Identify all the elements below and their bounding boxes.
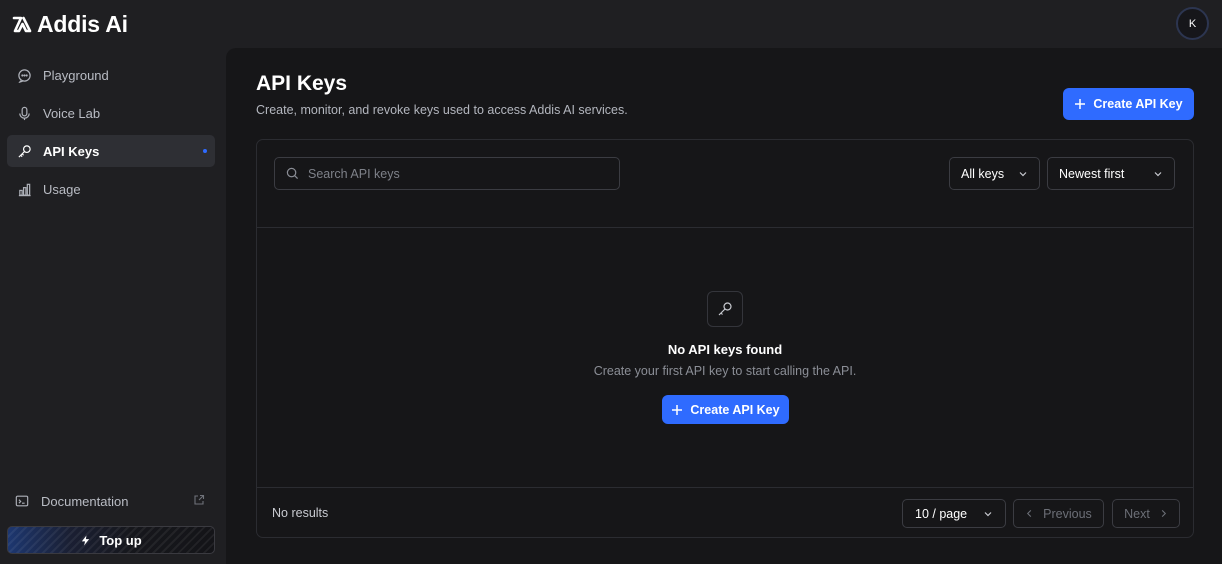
chat-bubble-icon — [18, 68, 31, 83]
lightning-icon — [82, 534, 90, 546]
sidebar: Playground Voice Lab API Keys Usage Docu… — [0, 48, 226, 564]
sidebar-item-label: Voice Lab — [43, 105, 101, 121]
empty-state-key-icon — [707, 291, 743, 327]
api-keys-card: All keys Newest first No API keys found … — [256, 139, 1194, 538]
chevron-down-icon — [984, 511, 992, 516]
sidebar-item-usage[interactable]: Usage — [7, 173, 215, 205]
sidebar-item-label: Playground — [43, 67, 109, 83]
previous-label: Previous — [1043, 506, 1092, 521]
empty-state-create-label: Create API Key — [690, 402, 780, 417]
empty-state-title: No API keys found — [667, 342, 783, 357]
chevron-right-icon — [1161, 509, 1166, 518]
chevron-down-icon — [1154, 171, 1162, 176]
sidebar-item-label: Usage — [43, 181, 81, 197]
search-input[interactable] — [308, 166, 608, 181]
top-bar: Addis Ai K — [0, 0, 1222, 48]
page-subtitle: Create, monitor, and revoke keys used to… — [256, 103, 628, 117]
next-page-button[interactable]: Next — [1112, 499, 1180, 528]
chevron-down-icon — [1019, 171, 1027, 176]
external-link-icon — [194, 494, 205, 505]
empty-state-create-button[interactable]: Create API Key — [662, 395, 789, 424]
sidebar-item-playground[interactable]: Playground — [7, 59, 215, 91]
terminal-icon — [15, 495, 29, 507]
sidebar-item-api-keys[interactable]: API Keys — [7, 135, 215, 167]
page-title: API Keys — [256, 72, 348, 95]
active-indicator-dot — [203, 149, 207, 153]
divider — [257, 227, 1193, 228]
per-page-select[interactable]: 10 / page — [902, 499, 1006, 528]
create-api-key-label: Create API Key — [1093, 97, 1183, 111]
documentation-label: Documentation — [41, 493, 129, 509]
microphone-icon — [19, 106, 30, 120]
key-filter-value: All keys — [961, 166, 1005, 181]
chevron-left-icon — [1027, 509, 1032, 518]
main-content: API Keys Create, monitor, and revoke key… — [226, 48, 1222, 564]
empty-state-description: Create your first API key to start calli… — [593, 364, 857, 378]
sidebar-item-voice-lab[interactable]: Voice Lab — [7, 97, 215, 129]
divider — [257, 487, 1193, 488]
sort-value: Newest first — [1059, 166, 1125, 181]
search-box[interactable] — [274, 157, 620, 190]
bar-chart-icon — [18, 183, 31, 196]
top-up-button[interactable]: Top up — [7, 526, 215, 554]
addis-logo-icon — [12, 16, 32, 33]
plus-icon — [1075, 99, 1086, 109]
next-label: Next — [1124, 506, 1150, 521]
sort-select[interactable]: Newest first — [1047, 157, 1175, 190]
create-api-key-button[interactable]: Create API Key — [1063, 88, 1194, 120]
avatar[interactable]: K — [1176, 7, 1209, 40]
sidebar-item-label: API Keys — [43, 143, 100, 159]
key-icon — [718, 302, 732, 316]
previous-page-button[interactable]: Previous — [1013, 499, 1104, 528]
key-filter-select[interactable]: All keys — [949, 157, 1040, 190]
key-icon — [18, 144, 31, 158]
results-count: No results — [272, 506, 329, 520]
top-up-label: Top up — [99, 532, 142, 548]
app-name: Addis Ai — [37, 10, 128, 37]
sidebar-item-documentation[interactable]: Documentation — [7, 486, 215, 516]
plus-icon — [672, 404, 683, 415]
avatar-initial: K — [1188, 17, 1197, 30]
search-icon — [286, 167, 299, 180]
logo[interactable]: Addis Ai — [12, 10, 128, 38]
per-page-value: 10 / page — [915, 506, 968, 521]
